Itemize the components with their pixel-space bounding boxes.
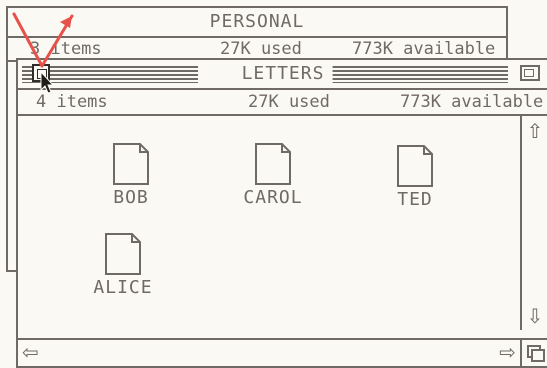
annotation-overlay [12, 12, 74, 94]
red-annotation-arrow-icon [12, 12, 74, 68]
arrow-pointer-icon [40, 70, 55, 94]
